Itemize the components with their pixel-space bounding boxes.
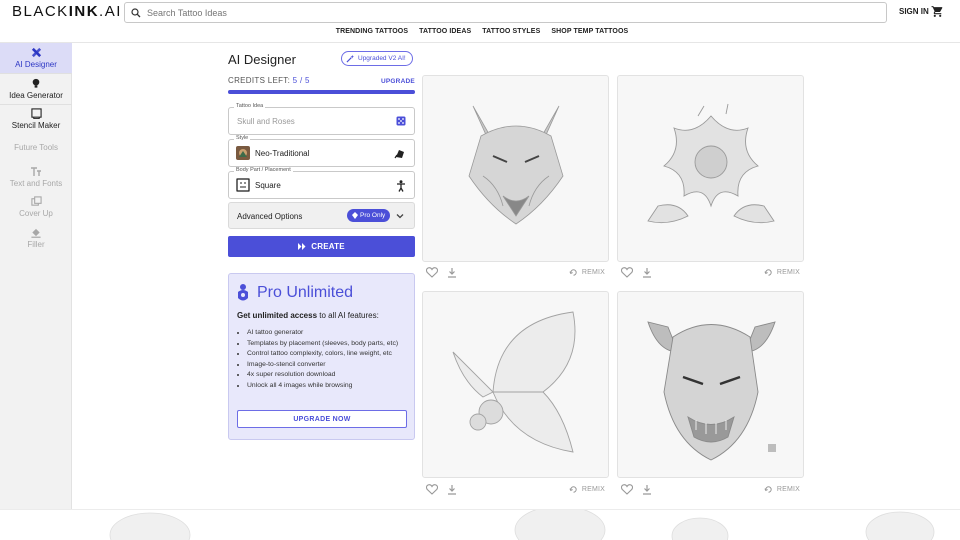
placement-label: Body Part / Placement <box>234 167 293 173</box>
style-swatch-icon[interactable] <box>394 148 406 159</box>
tattoo-idea-field[interactable]: Tattoo Idea Skull and Roses <box>228 103 415 135</box>
remix-icon <box>569 269 577 276</box>
download-icon[interactable] <box>447 267 457 278</box>
heart-icon[interactable] <box>621 484 633 495</box>
oni-mask-image[interactable] <box>617 291 804 478</box>
dice-icon[interactable] <box>396 116 406 126</box>
square-placement-icon <box>236 178 250 192</box>
layers-icon <box>30 196 42 206</box>
nav-tattoo-styles[interactable]: TATTOO STYLES <box>482 28 540 35</box>
decorative-background <box>0 509 960 540</box>
nav-trending-tattoos[interactable]: TRENDING TATTOOS <box>336 28 408 35</box>
future-tools-heading: Future Tools <box>14 143 58 152</box>
heart-icon[interactable] <box>621 267 633 278</box>
sidebar-item-label: AI Designer <box>15 60 57 69</box>
sidebar-item-label: Stencil Maker <box>11 121 61 130</box>
v2-ai-badge[interactable]: Upgraded V2 AI! <box>341 51 413 66</box>
style-label: Style <box>234 135 251 141</box>
list-item: AI tattoo generator <box>247 328 412 339</box>
paint-bucket-icon <box>31 228 41 238</box>
pro-unlimited-card: Pro Unlimited Get unlimited access to al… <box>228 273 415 440</box>
pro-only-badge: Pro Only <box>347 209 391 222</box>
remix-icon <box>764 486 772 493</box>
sign-in-link[interactable]: SIGN IN <box>899 7 929 16</box>
tools-icon <box>31 47 41 58</box>
list-item: Image-to-stencil converter <box>247 360 412 371</box>
heart-icon[interactable] <box>426 267 438 278</box>
sidebar-item-text-and-fonts: Text and Fonts <box>0 167 72 188</box>
sidebar: AI Designer Idea Generator Stencil Maker… <box>0 43 72 509</box>
butterfly-image[interactable] <box>422 291 609 478</box>
placement-field[interactable]: Body Part / Placement Square <box>228 167 415 199</box>
credits-progress-fill <box>228 90 415 94</box>
lightbulb-icon <box>32 78 40 88</box>
page-title: AI Designer <box>228 52 296 67</box>
placement-value: Square <box>255 181 281 190</box>
sidebar-item-cover-up: Cover Up <box>0 196 72 218</box>
credits-progress-bar <box>228 90 415 94</box>
chevron-down-icon[interactable] <box>396 212 404 220</box>
flower-image[interactable] <box>617 75 804 262</box>
remix-button[interactable]: REMIX <box>764 268 800 277</box>
image-actions: REMIX <box>422 267 609 279</box>
header-divider <box>0 42 960 43</box>
sidebar-item-filler: Filler <box>0 227 72 249</box>
style-thumbnail <box>236 146 250 160</box>
credits-counter: CREDITS LEFT: 5 / 5 <box>228 76 310 85</box>
style-field[interactable]: Style Neo-Traditional <box>228 135 415 167</box>
remix-button[interactable]: REMIX <box>569 485 605 494</box>
nav-shop-temp-tattoos[interactable]: SHOP TEMP TATTOOS <box>551 28 628 35</box>
search-bar[interactable] <box>124 2 887 23</box>
download-icon[interactable] <box>642 484 652 495</box>
advanced-options[interactable]: Advanced Options Pro Only <box>228 202 415 229</box>
wolf-image[interactable] <box>422 75 609 262</box>
remix-icon <box>569 486 577 493</box>
top-nav: TRENDING TATTOOS TATTOO IDEAS TATTOO STY… <box>0 28 960 35</box>
search-icon <box>131 7 141 17</box>
pro-title: Pro Unlimited <box>257 284 354 301</box>
pro-feature-list: AI tattoo generator Templates by placeme… <box>247 328 412 391</box>
magic-wand-icon <box>346 54 355 63</box>
image-actions: REMIX <box>422 484 609 496</box>
list-item: 4x super resolution download <box>247 370 412 381</box>
download-icon[interactable] <box>642 267 652 278</box>
remix-button[interactable]: REMIX <box>764 485 800 494</box>
gem-icon <box>352 212 358 219</box>
style-value: Neo-Traditional <box>255 149 310 158</box>
cart-icon[interactable] <box>931 5 944 18</box>
download-icon[interactable] <box>447 484 457 495</box>
list-item: Unlock all 4 images while browsing <box>247 381 412 392</box>
image-actions: REMIX <box>617 484 804 496</box>
heart-icon[interactable] <box>426 484 438 495</box>
nav-tattoo-ideas[interactable]: TATTOO IDEAS <box>419 28 471 35</box>
image-actions: REMIX <box>617 267 804 279</box>
top-bar: BLACKINK.AI SIGN IN <box>0 0 960 24</box>
list-item: Control tattoo complexity, colors, line … <box>247 349 412 360</box>
tattoo-idea-input[interactable]: Skull and Roses <box>237 117 295 126</box>
remix-icon <box>764 269 772 276</box>
tattoo-idea-label: Tattoo Idea <box>234 103 266 109</box>
stencil-icon <box>30 108 42 119</box>
advanced-options-label: Advanced Options <box>237 212 303 221</box>
pro-subtitle: Get unlimited access to all AI features: <box>237 311 379 320</box>
pro-badge-icon <box>238 284 248 301</box>
sidebar-item-ai-designer[interactable]: AI Designer <box>0 43 72 73</box>
remix-button[interactable]: REMIX <box>569 268 605 277</box>
upgrade-now-button[interactable]: UPGRADE NOW <box>237 410 407 428</box>
fast-forward-icon <box>298 243 306 250</box>
watermark-icon <box>768 444 776 452</box>
search-input[interactable] <box>147 7 847 18</box>
sidebar-item-stencil-maker[interactable]: Stencil Maker <box>0 105 72 135</box>
body-figure-icon[interactable] <box>396 180 406 192</box>
upgrade-link[interactable]: UPGRADE <box>381 78 415 85</box>
create-button[interactable]: CREATE <box>228 236 415 257</box>
text-icon <box>31 167 41 176</box>
list-item: Templates by placement (sleeves, body pa… <box>247 339 412 350</box>
logo[interactable]: BLACKINK.AI <box>12 3 122 20</box>
sidebar-item-idea-generator[interactable]: Idea Generator <box>0 74 72 104</box>
sidebar-item-label: Idea Generator <box>9 91 63 100</box>
